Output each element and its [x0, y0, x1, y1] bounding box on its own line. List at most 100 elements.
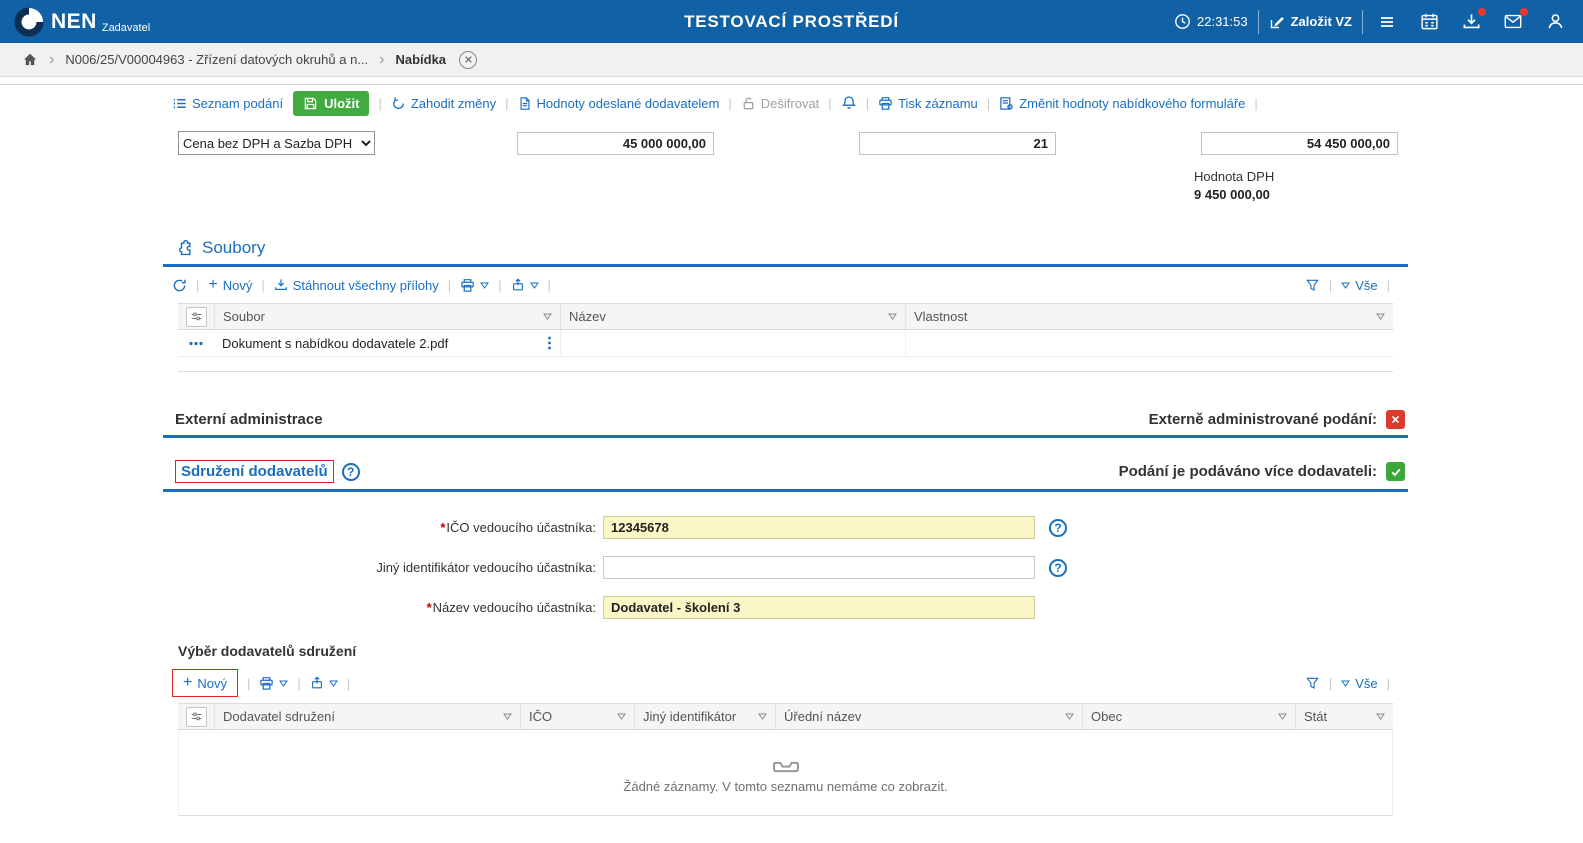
column-filter-icon[interactable]: [543, 313, 552, 320]
column-header-vlastnost: Vlastnost: [914, 309, 967, 324]
filter-icon: [1305, 676, 1320, 691]
consortium-yes-checkbox[interactable]: [1386, 462, 1405, 481]
section-divider: [163, 489, 1408, 492]
sliders-icon: [190, 310, 203, 323]
dropdown-triangle-icon: [480, 282, 489, 289]
export-menu-button[interactable]: [511, 278, 539, 292]
column-header-uredni-nazev: Úřední název: [784, 709, 861, 724]
table-settings-button[interactable]: [186, 307, 207, 327]
save-icon: [303, 96, 318, 111]
view-all-button[interactable]: Vše: [1341, 278, 1377, 293]
edit-icon: [1269, 14, 1285, 30]
create-vz-button[interactable]: Založit VZ: [1269, 14, 1352, 30]
other-id-input[interactable]: [603, 556, 1035, 579]
column-filter-icon[interactable]: [1376, 313, 1385, 320]
download-icon: [274, 278, 288, 292]
bell-icon: [841, 95, 857, 111]
calendar-button[interactable]: [1415, 8, 1443, 36]
notifications-button[interactable]: [841, 95, 857, 111]
export-menu-button[interactable]: [310, 676, 338, 690]
column-header-jiny-identifikator: Jiný identifikátor: [643, 709, 736, 724]
nen-logo[interactable]: NEN Zadavatel: [14, 7, 150, 37]
vat-amount-label: Hodnota DPH: [1194, 169, 1391, 184]
ico-input[interactable]: [603, 516, 1035, 539]
price-without-vat-input[interactable]: [517, 132, 714, 155]
section-divider: [163, 435, 1408, 438]
seznam-podani-button[interactable]: Seznam podání: [172, 96, 283, 111]
printer-icon: [460, 278, 475, 293]
unlock-icon: [741, 96, 756, 111]
other-id-label: Jiný identifikátor vedoucího účastníka:: [163, 560, 603, 575]
save-button[interactable]: Uložit: [293, 91, 369, 116]
empty-state: Žádné záznamy. V tomto seznamu nemáme co…: [178, 730, 1393, 816]
dropdown-triangle-icon: [1341, 282, 1350, 289]
divider: [1258, 10, 1259, 34]
row-menu-dots-icon[interactable]: [189, 341, 203, 346]
view-all-button[interactable]: Vše: [1341, 676, 1377, 691]
help-icon[interactable]: ?: [1049, 519, 1067, 537]
printer-icon: [259, 676, 274, 691]
column-filter-icon[interactable]: [1278, 713, 1287, 720]
row-more-icon[interactable]: [547, 336, 552, 350]
refresh-button[interactable]: [172, 278, 187, 293]
calendar-icon: [1420, 12, 1439, 31]
help-icon[interactable]: ?: [342, 463, 360, 481]
files-section-header: Soubory: [163, 238, 1408, 258]
print-menu-button[interactable]: [259, 676, 288, 691]
table-footer-spacer: [178, 357, 1393, 372]
downloads-button[interactable]: [1457, 8, 1485, 36]
new-supplier-button[interactable]: + Nový: [172, 669, 238, 697]
column-filter-icon[interactable]: [888, 313, 897, 320]
download-icon: [1462, 12, 1481, 31]
table-settings-button[interactable]: [186, 707, 207, 727]
filter-button[interactable]: [1305, 676, 1320, 691]
price-type-select[interactable]: Cena bez DPH a Sazba DPH: [178, 131, 375, 155]
user-icon: [1546, 12, 1565, 31]
menu-icon: [1378, 14, 1396, 30]
column-filter-icon[interactable]: [503, 713, 512, 720]
cross-icon: [1390, 414, 1401, 425]
form-edit-icon: [999, 96, 1014, 111]
print-menu-button[interactable]: [460, 278, 489, 293]
column-filter-icon[interactable]: [1376, 713, 1385, 720]
messages-button[interactable]: [1499, 8, 1527, 36]
breadcrumb-chevron-icon: ›: [49, 52, 54, 68]
column-header-dodavatel: Dodavatel sdružení: [223, 709, 335, 724]
help-icon[interactable]: ?: [1049, 559, 1067, 577]
user-button[interactable]: [1541, 8, 1569, 36]
vat-rate-input[interactable]: [859, 132, 1056, 155]
column-filter-icon[interactable]: [1065, 713, 1074, 720]
close-tab-icon[interactable]: [459, 51, 477, 69]
menu-button[interactable]: [1373, 8, 1401, 36]
logo-subtitle: Zadavatel: [102, 22, 150, 34]
price-with-vat-input[interactable]: [1201, 132, 1398, 155]
external-admin-no-checkbox[interactable]: [1386, 410, 1405, 429]
change-form-values-button[interactable]: Změnit hodnoty nabídkového formuláře: [999, 96, 1245, 111]
new-file-button[interactable]: + Nový: [208, 277, 252, 293]
notification-dot: [1478, 8, 1486, 16]
leader-name-input[interactable]: [603, 596, 1035, 619]
print-record-button[interactable]: Tisk záznamu: [878, 96, 978, 111]
files-toolbar: | + Nový | Stáhnout všechny přílohy | | …: [163, 267, 1408, 303]
file-name[interactable]: Dokument s nabídkou dodavatele 2.pdf: [222, 336, 448, 351]
consortium-header: Sdružení dodavatelů ? Podání je podáváno…: [163, 460, 1408, 483]
consortium-form: *IČO vedoucího účastníka: ? Jiný identif…: [163, 516, 1408, 619]
notification-dot: [1520, 8, 1528, 16]
discard-icon: [391, 96, 406, 111]
column-filter-icon[interactable]: [617, 713, 626, 720]
file-table-row[interactable]: Dokument s nabídkou dodavatele 2.pdf: [178, 330, 1393, 357]
filter-button[interactable]: [1305, 278, 1320, 293]
suppliers-toolbar: + Nový | | | | Vše |: [163, 663, 1408, 703]
supplier-values-button[interactable]: Hodnoty odeslané dodavatelem: [518, 96, 720, 111]
vat-amount-value: 9 450 000,00: [1194, 187, 1391, 202]
breadcrumb-item[interactable]: N006/25/V00004963 - Zřízení datových okr…: [65, 52, 368, 67]
external-admin-label: Externě administrované podání:: [1149, 411, 1377, 428]
mail-icon: [1503, 12, 1523, 31]
column-filter-icon[interactable]: [758, 713, 767, 720]
column-header-ico: IČO: [529, 709, 552, 724]
download-all-attachments-button[interactable]: Stáhnout všechny přílohy: [274, 278, 439, 293]
discard-changes-button[interactable]: Zahodit změny: [391, 96, 496, 111]
session-timer: 22:31:53: [1174, 13, 1248, 30]
home-icon[interactable]: [22, 52, 38, 67]
check-icon: [1390, 466, 1402, 478]
